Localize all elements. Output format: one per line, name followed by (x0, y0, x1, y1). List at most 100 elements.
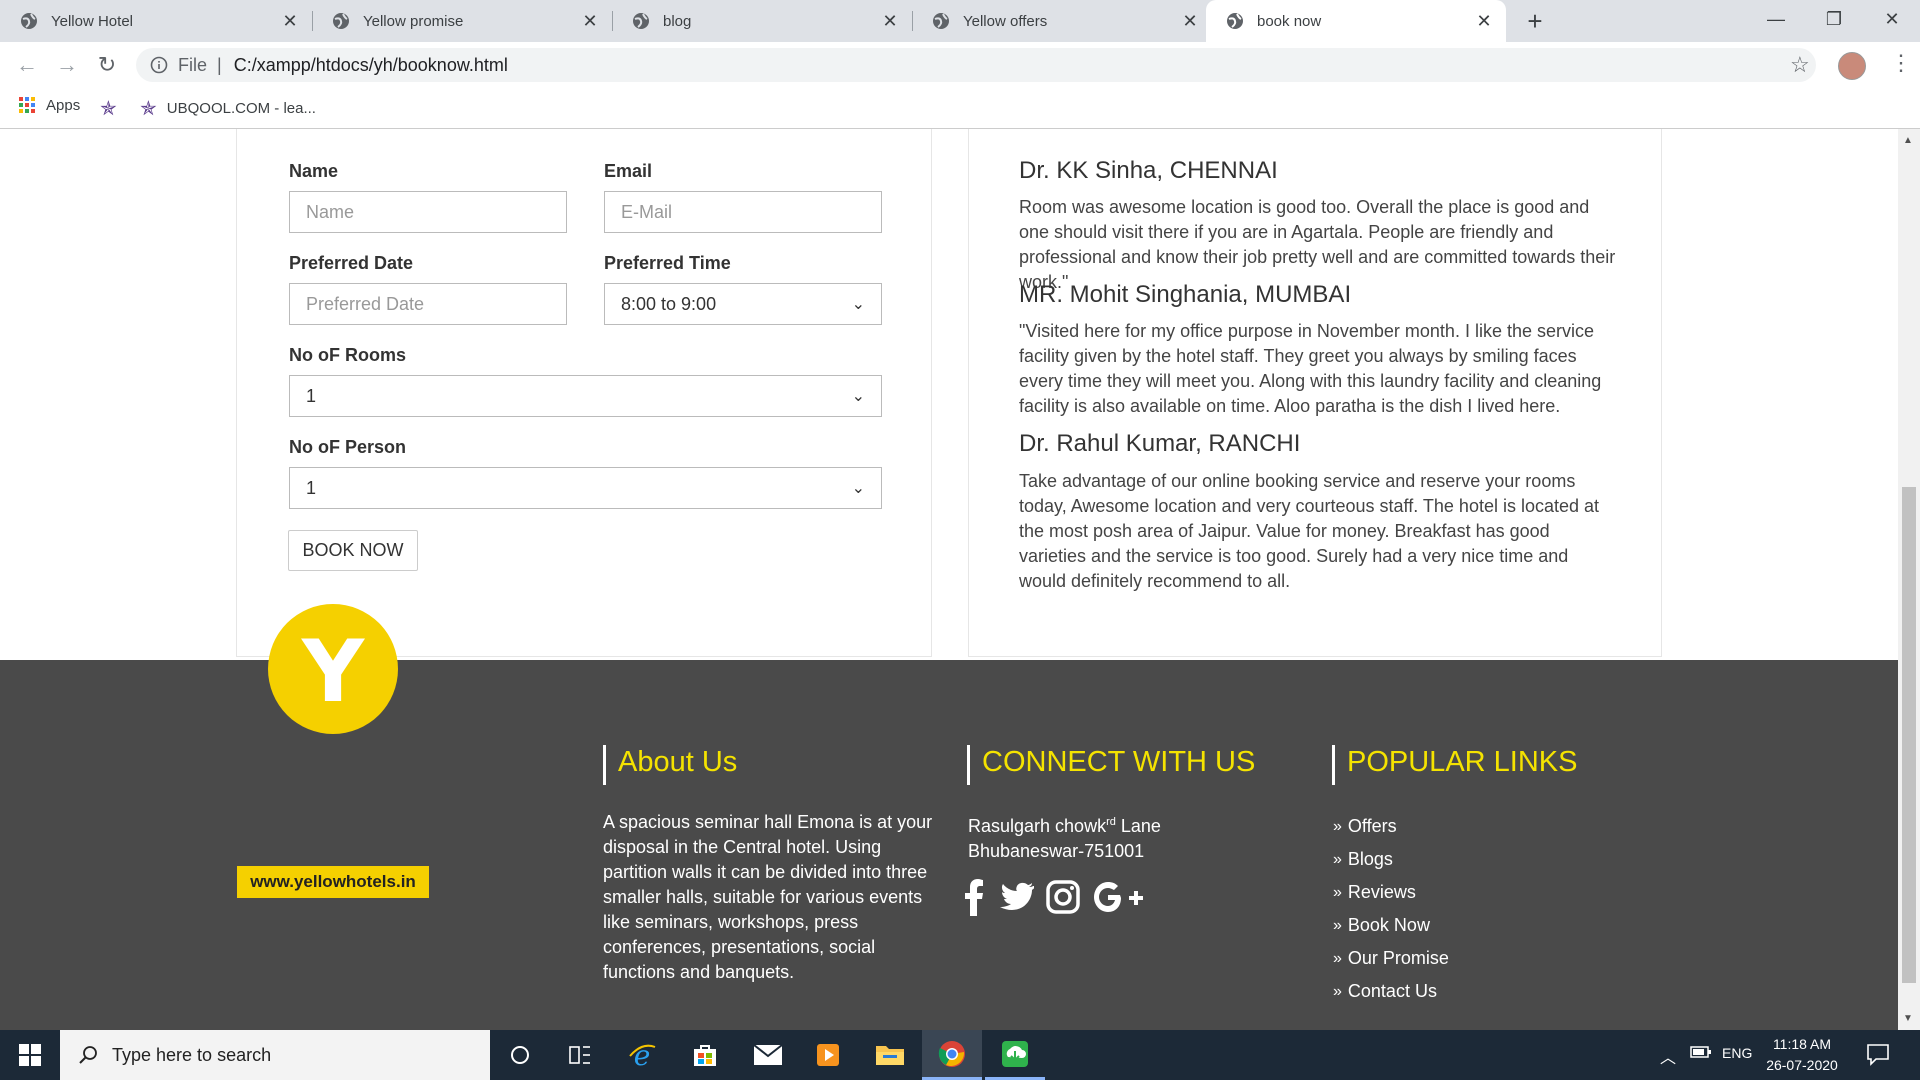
google-plus-icon[interactable] (1092, 880, 1144, 914)
rooms-value: 1 (306, 385, 317, 406)
download-app-icon[interactable] (985, 1030, 1045, 1080)
scroll-down-icon[interactable]: ▼ (1903, 1013, 1913, 1024)
chrome-taskbar-icon[interactable] (922, 1030, 982, 1080)
forward-icon[interactable]: → (52, 50, 82, 80)
reload-icon[interactable]: ↻ (92, 50, 122, 80)
address: Rasulgarh chowkrd Lane Bhubaneswar-75100… (968, 810, 1268, 864)
footer-link-book-now[interactable]: » Book Now (1333, 909, 1449, 942)
internet-explorer-icon[interactable]: e (612, 1030, 672, 1080)
tab-title: blog (663, 12, 692, 30)
footer-link-blogs[interactable]: » Blogs (1333, 843, 1449, 876)
close-tab-icon[interactable]: ✕ (1180, 11, 1200, 31)
tab-yellow-hotel[interactable]: Yellow Hotel ✕ (0, 0, 312, 42)
language-indicator[interactable]: ENG (1722, 1045, 1752, 1061)
about-heading: About Us (603, 745, 737, 785)
show-hidden-icons-chevron[interactable]: ︿ (1660, 1044, 1676, 1068)
mail-icon[interactable] (738, 1030, 798, 1080)
double-chevron-icon: » (1333, 916, 1342, 934)
book-now-button[interactable]: BOOK NOW (288, 530, 418, 571)
review-author: MR. Mohit Singhania, MUMBAI (1019, 281, 1352, 308)
tab-book-now[interactable]: book now ✕ (1206, 0, 1506, 42)
preferred-date-input[interactable]: Preferred Date (289, 283, 567, 325)
file-explorer-icon[interactable] (860, 1030, 920, 1080)
double-chevron-icon: » (1333, 883, 1342, 901)
booking-form-panel: Name Name Email E-Mail Preferred Date Pr… (236, 129, 932, 657)
close-tab-icon[interactable]: ✕ (1474, 11, 1494, 31)
taskbar-search-box[interactable]: Type here to search (60, 1030, 490, 1080)
back-icon[interactable]: ← (12, 50, 42, 80)
chevron-down-icon: ⌄ (851, 388, 865, 405)
battery-icon[interactable] (1690, 1045, 1712, 1064)
globe-icon (333, 13, 349, 29)
apps-grid-icon (19, 97, 35, 113)
close-window-icon[interactable]: ✕ (1864, 0, 1920, 38)
task-view-icon[interactable] (550, 1030, 610, 1080)
review-text: Take advantage of our online booking ser… (1019, 471, 1600, 591)
taskbar-clock[interactable]: 11:18 AM 26-07-2020 (1757, 1034, 1847, 1076)
info-icon[interactable] (150, 56, 168, 74)
link-label: Offers (1347, 816, 1397, 836)
bookmark-star[interactable]: ✯ (100, 96, 117, 121)
name-label: Name (289, 161, 339, 181)
cortana-icon[interactable] (490, 1030, 550, 1080)
logo-url-label[interactable]: www.yellowhotels.in (237, 866, 429, 898)
windows-start-icon[interactable] (0, 1030, 60, 1080)
footer-link-our-promise[interactable]: » Our Promise (1333, 942, 1449, 975)
browser-toolbar: ← → ↻ File | C:/xampp/htdocs/yh/booknow.… (0, 42, 1920, 88)
link-label: Contact Us (1347, 981, 1437, 1001)
link-label: Reviews (1347, 882, 1416, 902)
name-input[interactable]: Name (289, 191, 567, 233)
address-line2: Bhubaneswar-751001 (968, 841, 1145, 861)
address-bar[interactable]: File | C:/xampp/htdocs/yh/booknow.html (136, 48, 1816, 82)
page-scrollbar[interactable]: ▲ ▼ (1898, 129, 1920, 1030)
address-line1-suffix: Lane (1115, 816, 1161, 836)
tab-blog[interactable]: blog ✕ (612, 0, 912, 42)
star-bookmark-icon: ✯ (140, 98, 157, 120)
globe-icon (1227, 13, 1243, 29)
tab-strip: Yellow Hotel ✕ Yellow promise ✕ blog ✕ Y… (0, 0, 1920, 42)
new-tab-button[interactable]: + (1518, 4, 1552, 38)
review-author: Dr. Rahul Kumar, RANCHI (1019, 430, 1301, 457)
link-label: Our Promise (1347, 948, 1449, 968)
store-icon[interactable] (675, 1030, 735, 1080)
scroll-thumb[interactable] (1902, 487, 1916, 983)
social-links (964, 876, 1144, 918)
notifications-icon[interactable] (1866, 1042, 1890, 1071)
close-tab-icon[interactable]: ✕ (280, 11, 300, 31)
tab-title: Yellow offers (963, 12, 1048, 30)
chevron-down-icon: ⌄ (851, 480, 865, 497)
menu-dots-icon[interactable]: ⋮ (1890, 50, 1912, 76)
tab-title: Yellow promise (363, 12, 464, 30)
media-player-icon[interactable] (798, 1030, 858, 1080)
tab-title: book now (1257, 12, 1322, 30)
close-tab-icon[interactable]: ✕ (880, 11, 900, 31)
instagram-icon[interactable] (1046, 880, 1080, 914)
close-tab-icon[interactable]: ✕ (580, 11, 600, 31)
rooms-select[interactable]: 1 ⌄ (289, 375, 882, 417)
bookmark-label: UBQOOL.COM - lea... (166, 100, 316, 117)
persons-select[interactable]: 1 ⌄ (289, 467, 882, 509)
double-chevron-icon: » (1333, 850, 1342, 868)
scroll-up-icon[interactable]: ▲ (1903, 135, 1913, 146)
bookmark-ubqool[interactable]: ✯ UBQOOL.COM - lea... (140, 96, 316, 121)
footer-link-contact-us[interactable]: » Contact Us (1333, 975, 1449, 1008)
restore-icon[interactable]: ❐ (1806, 0, 1862, 38)
footer-link-offers[interactable]: » Offers (1333, 810, 1449, 843)
persons-value: 1 (306, 477, 317, 498)
twitter-icon[interactable] (998, 882, 1034, 912)
tab-yellow-promise[interactable]: Yellow promise ✕ (312, 0, 612, 42)
tab-yellow-offers[interactable]: Yellow offers ✕ (912, 0, 1212, 42)
review-author: Dr. KK Sinha, CHENNAI (1019, 157, 1278, 184)
globe-icon (633, 13, 649, 29)
profile-avatar[interactable] (1838, 52, 1866, 80)
preferred-time-select[interactable]: 8:00 to 9:00 ⌄ (604, 283, 882, 325)
hotel-logo[interactable]: Y (268, 604, 398, 734)
about-text: A spacious seminar hall Emona is at your… (603, 812, 933, 982)
connect-heading: CONNECT WITH US (967, 745, 1255, 785)
minimize-icon[interactable]: — (1748, 0, 1804, 38)
footer-link-reviews[interactable]: » Reviews (1333, 876, 1449, 909)
email-input[interactable]: E-Mail (604, 191, 882, 233)
bookmark-apps[interactable]: Apps (18, 96, 80, 114)
bookmark-star-icon[interactable]: ☆ (1790, 52, 1810, 78)
facebook-icon[interactable] (964, 878, 984, 916)
